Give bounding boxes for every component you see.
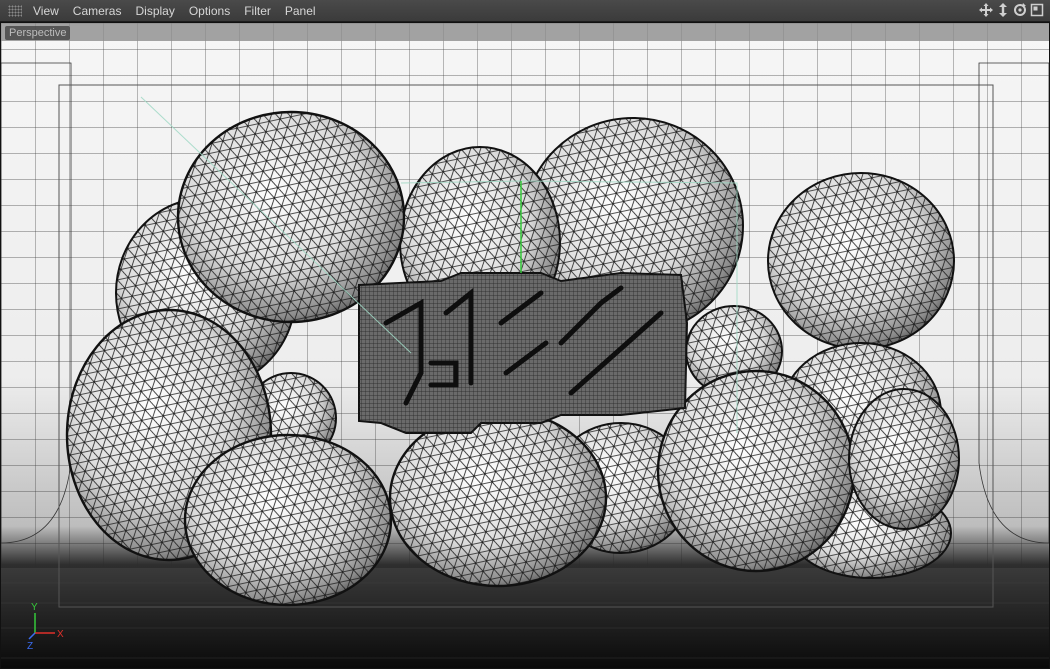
axis-gizmo: Y X Z [25, 601, 73, 651]
dolly-view-icon[interactable] [996, 3, 1010, 17]
camera-label[interactable]: Perspective [5, 26, 71, 40]
viewport-scene [1, 23, 1049, 668]
viewport-menu-bar: View Cameras Display Options Filter Pane… [0, 0, 1050, 22]
panel-grip-icon[interactable] [8, 4, 22, 17]
menu-filter[interactable]: Filter [237, 0, 278, 22]
menu-options[interactable]: Options [182, 0, 237, 22]
axis-x-label: X [57, 629, 64, 640]
axis-y-label: Y [31, 602, 38, 613]
axis-z-label: Z [27, 641, 33, 651]
rotate-view-icon[interactable] [1013, 3, 1027, 17]
perspective-viewport[interactable]: Perspective Y X Z [0, 22, 1050, 669]
viewport-panel: View Cameras Display Options Filter Pane… [0, 0, 1050, 669]
menu-panel[interactable]: Panel [278, 0, 323, 22]
menu-view[interactable]: View [26, 0, 66, 22]
view-navigation-icons [979, 3, 1044, 17]
extruded-text-mesh [358, 271, 689, 434]
maximize-view-icon[interactable] [1030, 3, 1044, 17]
menu-display[interactable]: Display [128, 0, 181, 22]
menu-cameras[interactable]: Cameras [66, 0, 129, 22]
move-view-icon[interactable] [979, 3, 993, 17]
